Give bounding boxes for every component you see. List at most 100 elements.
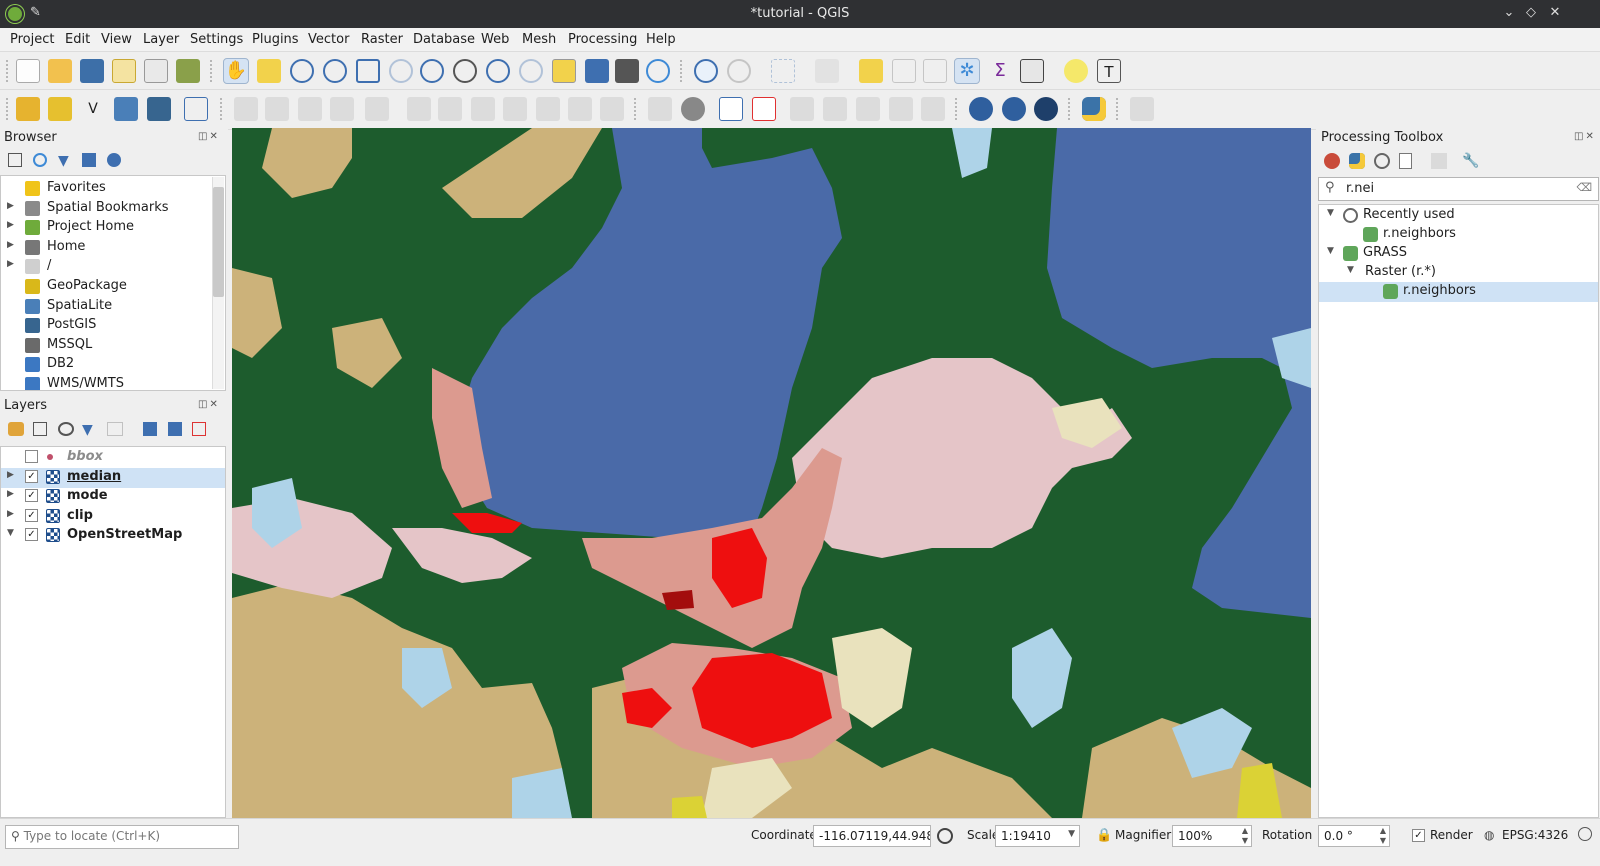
- menu-vector[interactable]: Vector: [308, 32, 349, 47]
- menu-raster[interactable]: Raster: [361, 32, 403, 47]
- copy-features-icon[interactable]: [503, 97, 527, 121]
- toggle-extents-icon[interactable]: [937, 828, 953, 844]
- chevron-down-icon[interactable]: ▼: [1327, 208, 1334, 218]
- toolbox-item[interactable]: ▼ Recently used: [1319, 206, 1598, 226]
- expand-all-icon[interactable]: [143, 422, 157, 436]
- magnifier-field[interactable]: 100% ▲ ▼: [1172, 825, 1252, 847]
- menu-database[interactable]: Database: [413, 32, 475, 47]
- toolbar-grip[interactable]: [680, 60, 683, 82]
- select-features-icon[interactable]: [771, 59, 795, 83]
- chevron-right-icon[interactable]: ▶: [7, 259, 14, 269]
- locator-input[interactable]: ⚲ Type to locate (Ctrl+K): [5, 825, 239, 849]
- models-icon[interactable]: [1324, 153, 1340, 169]
- new-project-icon[interactable]: [16, 59, 40, 83]
- style-manager-icon[interactable]: [176, 59, 200, 83]
- redo-icon[interactable]: [600, 97, 624, 121]
- identify-features-icon[interactable]: [694, 59, 718, 83]
- toolbar-grip[interactable]: [955, 98, 958, 120]
- toolbox-item[interactable]: r.neighbors: [1319, 282, 1598, 302]
- toolbar-grip[interactable]: [6, 60, 9, 82]
- label-icon[interactable]: [648, 97, 672, 121]
- add-postgis-icon[interactable]: [147, 97, 171, 121]
- undo-icon[interactable]: [568, 97, 592, 121]
- whats-this-icon[interactable]: [1130, 97, 1154, 121]
- browser-item[interactable]: ▶ Spatial Bookmarks: [1, 199, 211, 219]
- add-selected-layers-icon[interactable]: [8, 153, 22, 167]
- chevron-right-icon[interactable]: ▶: [7, 470, 14, 480]
- edit-features-in-place-icon[interactable]: [1431, 153, 1447, 169]
- toolbar-grip[interactable]: [1116, 98, 1119, 120]
- diagram-icon[interactable]: [681, 97, 705, 121]
- new-print-layout-icon[interactable]: [112, 59, 136, 83]
- pin-labels-icon[interactable]: [790, 97, 814, 121]
- highlight-pinned-labels-icon[interactable]: [719, 97, 743, 121]
- collapse-all-icon[interactable]: [82, 153, 96, 167]
- zoom-next-icon[interactable]: [519, 59, 543, 83]
- layer-item[interactable]: ▼ ✓ OpenStreetMap: [1, 526, 225, 546]
- add-wms-layer-icon[interactable]: [969, 97, 993, 121]
- minimize-icon[interactable]: ⌄: [1500, 5, 1518, 20]
- layer-visibility-checkbox[interactable]: ✓: [25, 528, 38, 542]
- attribute-table-icon[interactable]: [892, 59, 916, 83]
- change-label-icon[interactable]: [921, 97, 945, 121]
- rotation-field[interactable]: 0.0 ° ▲ ▼: [1318, 825, 1390, 847]
- browser-item[interactable]: ▶ /: [1, 257, 211, 277]
- chevron-down-icon[interactable]: ▼: [1347, 265, 1354, 275]
- manage-visibility-icon[interactable]: [58, 422, 74, 436]
- filter-expression-icon[interactable]: [107, 422, 123, 436]
- messages-icon[interactable]: [1578, 827, 1592, 841]
- toolbar-grip[interactable]: [6, 98, 9, 120]
- menu-mesh[interactable]: Mesh: [522, 32, 556, 47]
- zoom-out-icon[interactable]: [323, 59, 347, 83]
- python-console-icon[interactable]: [1082, 97, 1106, 121]
- style-layer-icon[interactable]: [8, 422, 24, 436]
- close-icon[interactable]: ✕: [1546, 5, 1564, 20]
- menu-help[interactable]: Help: [646, 32, 676, 47]
- browser-item[interactable]: GeoPackage: [1, 277, 211, 297]
- menu-project[interactable]: Project: [10, 32, 54, 47]
- chevron-right-icon[interactable]: ▶: [7, 201, 14, 211]
- chevron-right-icon[interactable]: ▶: [7, 220, 14, 230]
- save-project-icon[interactable]: [80, 59, 104, 83]
- pan-to-selection-icon[interactable]: [257, 59, 281, 83]
- digitize-icon[interactable]: [330, 97, 354, 121]
- toggle-labels-icon[interactable]: [752, 97, 776, 121]
- history-icon[interactable]: [1374, 153, 1390, 169]
- map-canvas[interactable]: [232, 128, 1311, 818]
- zoom-last-icon[interactable]: [486, 59, 510, 83]
- new-bookmark-icon[interactable]: [585, 59, 609, 83]
- move-label-icon[interactable]: [856, 97, 880, 121]
- lock-icon[interactable]: 🔒: [1096, 828, 1112, 843]
- map-tips-icon[interactable]: [1064, 59, 1088, 83]
- chevron-right-icon[interactable]: ▶: [7, 240, 14, 250]
- zoom-to-selection-icon[interactable]: [389, 59, 413, 83]
- menu-layer[interactable]: Layer: [143, 32, 179, 47]
- toolbox-item[interactable]: r.neighbors: [1319, 225, 1598, 245]
- menu-settings[interactable]: Settings: [190, 32, 243, 47]
- layer-item[interactable]: ▶ ✓ mode: [1, 487, 225, 507]
- crs-label[interactable]: EPSG:4326: [1502, 828, 1568, 842]
- menu-processing[interactable]: Processing: [568, 32, 637, 47]
- processing-toolbox-icon[interactable]: ✲: [954, 58, 980, 84]
- browser-item[interactable]: SpatiaLite: [1, 297, 211, 317]
- new-geopackage-icon[interactable]: [48, 97, 72, 121]
- globe-icon[interactable]: ◍: [1484, 828, 1494, 842]
- layer-visibility-checkbox[interactable]: ✓: [25, 469, 38, 483]
- paste-features-icon[interactable]: [536, 97, 560, 121]
- add-wcs-layer-icon[interactable]: [1002, 97, 1026, 121]
- toolbox-item[interactable]: ▼ GRASS: [1319, 244, 1598, 264]
- add-layer-icon[interactable]: [16, 97, 40, 121]
- browser-scrollbar[interactable]: [212, 177, 224, 389]
- modify-attributes-icon[interactable]: [407, 97, 431, 121]
- layer-visibility-checkbox[interactable]: ✓: [25, 489, 38, 503]
- save-edits-icon[interactable]: [298, 97, 322, 121]
- coordinate-field[interactable]: -116.07119,44.94849: [813, 825, 931, 847]
- toolbar-grip[interactable]: [634, 98, 637, 120]
- filter-legend-icon[interactable]: ▼: [82, 422, 93, 438]
- toolbox-item[interactable]: ▼ Raster (r.*): [1319, 263, 1598, 283]
- chevron-right-icon[interactable]: ▶: [7, 509, 14, 519]
- zoom-native-icon[interactable]: [453, 59, 477, 83]
- menu-web[interactable]: Web: [481, 32, 509, 47]
- rotate-label-icon[interactable]: [889, 97, 913, 121]
- menu-plugins[interactable]: Plugins: [252, 32, 299, 47]
